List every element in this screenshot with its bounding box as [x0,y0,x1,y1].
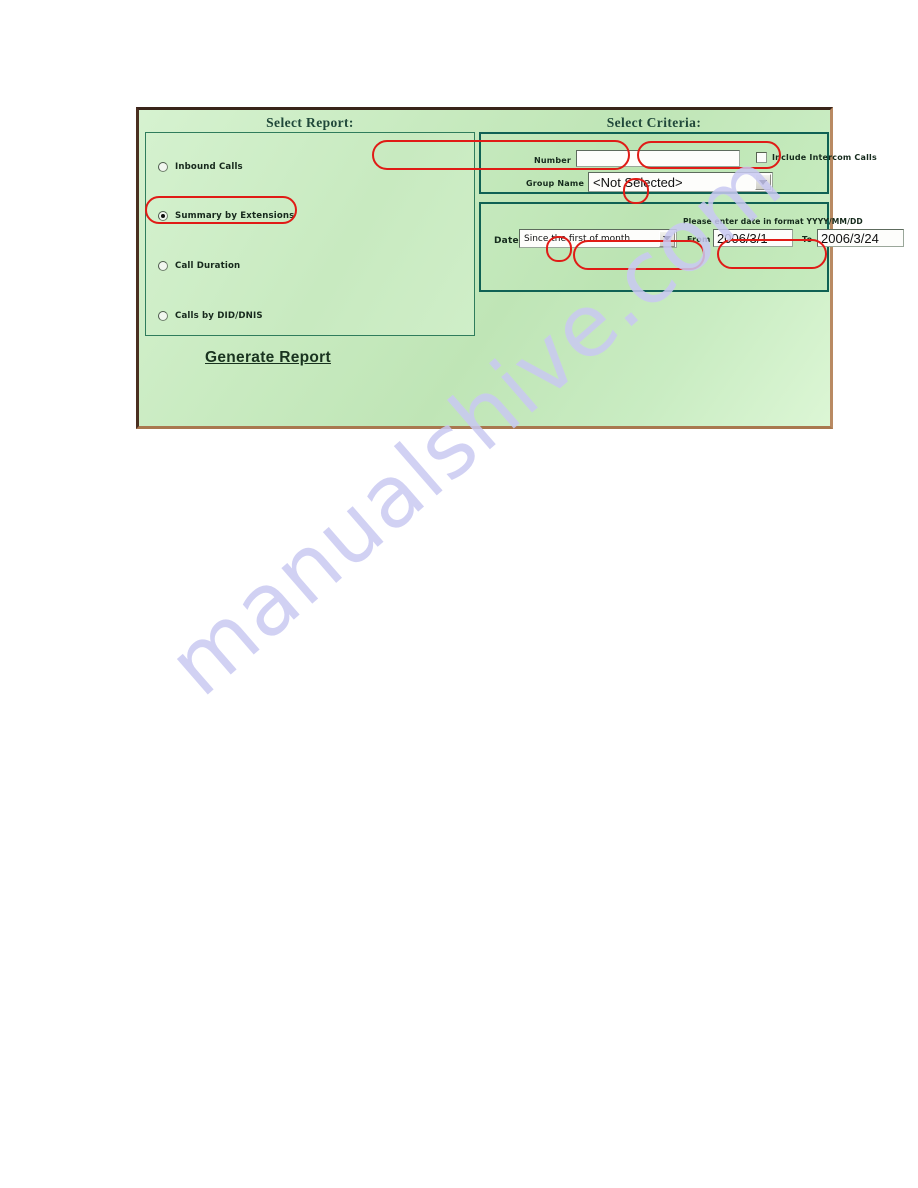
include-intercom-calls-checkbox-row[interactable]: Include Intercom Calls [756,152,877,163]
select-report-heading: Select Report: [266,115,354,130]
criteria-number-group-panel: Number Include Intercom Calls Group Name… [479,132,877,194]
chevron-down-icon[interactable] [755,174,771,190]
group-name-select[interactable]: <Not Selected> [588,172,773,192]
chevron-down-icon[interactable] [659,230,675,247]
report-selection-window: Select Report: Select Criteria: Inbound … [136,107,904,429]
to-date-input[interactable]: 2006/3/24 [817,229,904,247]
radio-label-inbound-calls: Inbound Calls [175,162,243,172]
radio-option-calls-by-did-dnis[interactable]: Calls by DID/DNIS [158,308,263,324]
checkbox-icon[interactable] [756,152,767,163]
triangle-glyph [759,179,767,185]
radio-option-inbound-calls[interactable]: Inbound Calls [158,159,243,175]
report-type-group: Inbound Calls Summary by Extensions Call… [145,132,475,336]
from-date-label: From [687,235,711,244]
date-range-selected-value: Since the first of month [524,233,631,244]
date-field-label: Date [494,236,519,246]
group-name-label: Group Name [526,179,585,188]
group-name-selected-value: <Not Selected> [593,174,683,190]
from-date-input[interactable]: 2006/3/1 [713,229,793,247]
window-content-area: Select Report: Select Criteria: Inbound … [139,110,904,426]
radio-option-summary-by-extensions[interactable]: Summary by Extensions [158,208,294,224]
select-criteria-heading: Select Criteria: [606,115,702,130]
radio-button-icon[interactable] [158,261,168,271]
number-field-label: Number [534,156,572,165]
radio-label-summary-by-extensions: Summary by Extensions [175,211,295,221]
include-intercom-calls-label: Include Intercom Calls [772,153,877,162]
number-input[interactable] [576,150,740,167]
radio-button-selected-icon[interactable] [158,211,168,221]
criteria-date-panel: Date Since the first of month Please ent… [479,202,904,292]
radio-option-call-duration[interactable]: Call Duration [158,258,240,274]
radio-button-icon[interactable] [158,162,168,172]
to-date-label: To [802,235,813,244]
date-range-select[interactable]: Since the first of month [519,229,677,248]
radio-label-calls-by-did-dnis: Calls by DID/DNIS [175,311,263,321]
generate-report-link[interactable]: Generate Report [205,349,331,367]
triangle-glyph [663,236,671,241]
radio-label-call-duration: Call Duration [175,261,241,271]
radio-button-icon[interactable] [158,311,168,321]
date-format-hint: Please enter date in format YYYY/MM/DD [683,217,863,226]
